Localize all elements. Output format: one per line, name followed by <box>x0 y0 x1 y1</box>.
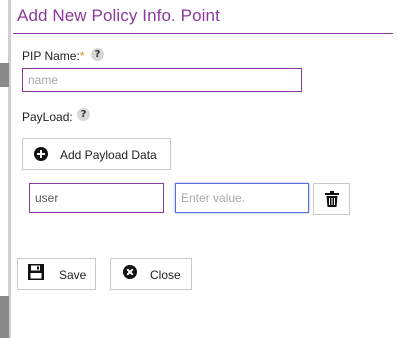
pip-name-input[interactable] <box>22 68 302 92</box>
payload-key-input[interactable] <box>29 183 164 213</box>
save-icon <box>28 264 44 280</box>
delete-row-button[interactable] <box>313 183 350 215</box>
close-circle-icon <box>123 265 137 279</box>
left-divider <box>8 0 11 338</box>
required-marker: * <box>79 49 85 63</box>
dialog-title: Add New Policy Info. Point <box>17 6 220 25</box>
trash-icon <box>324 191 339 207</box>
payload-help-icon[interactable]: ? <box>77 108 90 121</box>
payload-value-input[interactable] <box>175 183 309 213</box>
close-label: Close <box>150 268 181 282</box>
pip-name-label-group: PIP Name:* <box>22 49 84 63</box>
title-divider <box>13 33 393 34</box>
pip-name-help-icon[interactable]: ? <box>91 48 104 61</box>
pip-name-label: PIP Name: <box>22 49 80 63</box>
close-button[interactable]: Close <box>110 258 192 290</box>
payload-label: PayLoad: <box>22 110 73 124</box>
left-scroll-indicator-lower[interactable] <box>0 296 9 338</box>
plus-circle-icon <box>34 147 48 161</box>
left-scroll-indicator[interactable] <box>0 63 9 87</box>
save-label: Save <box>59 268 87 282</box>
add-payload-button[interactable]: Add Payload Data <box>22 138 171 170</box>
save-button[interactable]: Save <box>17 258 96 290</box>
add-payload-label: Add Payload Data <box>60 148 157 162</box>
